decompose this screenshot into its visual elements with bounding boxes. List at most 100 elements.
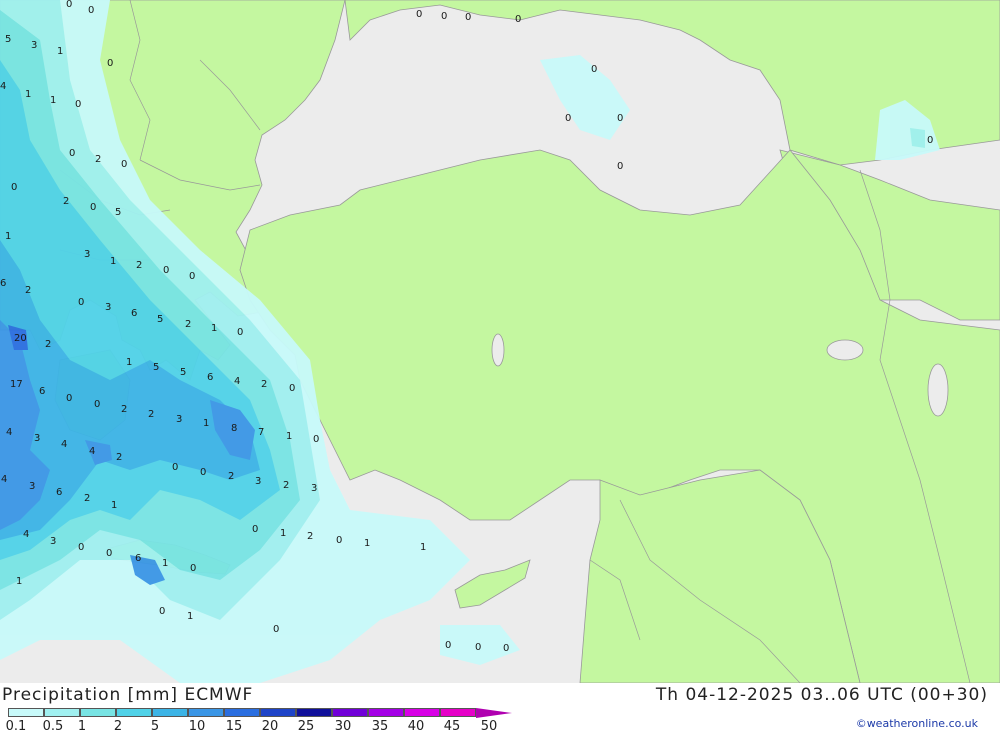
map-value: 3	[29, 481, 35, 492]
map-value: 0	[163, 265, 169, 276]
map-value: 3	[50, 536, 56, 547]
map-value: 4	[1, 474, 7, 485]
map-value: 1	[203, 418, 209, 429]
map-value: 6	[131, 308, 137, 319]
map-title: Precipitation [mm] ECMWF	[2, 685, 254, 705]
map-value: 1	[364, 538, 370, 549]
map-value: 0	[445, 640, 451, 651]
valid-time-label: Th 04-12-2025 03..06 UTC (00+30)	[655, 685, 988, 705]
legend-swatch	[44, 708, 80, 717]
legend-tick: 0.5	[42, 719, 64, 734]
map-value: 0	[121, 159, 127, 170]
map-value: 0	[94, 399, 100, 410]
map-value: 0	[503, 643, 509, 654]
map-value: 0	[78, 297, 84, 308]
map-value: 0	[617, 161, 623, 172]
map-value: 0	[416, 9, 422, 20]
legend-tick: 45	[443, 719, 461, 734]
map-value: 7	[258, 427, 264, 438]
map-value: 5	[153, 362, 159, 373]
map-value: 2	[95, 154, 101, 165]
map-value: 0	[273, 624, 279, 635]
map-footer: Precipitation [mm] ECMWF Th 04-12-2025 0…	[0, 683, 1000, 734]
map-value: 2	[283, 480, 289, 491]
map-value: 3	[31, 40, 37, 51]
map-value: 2	[185, 319, 191, 330]
map-value: 5	[5, 34, 11, 45]
legend-swatch	[224, 708, 260, 717]
map-value: 2	[228, 471, 234, 482]
map-value: 0	[927, 135, 933, 146]
map-value: 1	[16, 576, 22, 587]
map-value: 6	[0, 278, 6, 289]
map-value: 5	[157, 314, 163, 325]
map-value: 0	[252, 524, 258, 535]
map-value: 0	[591, 64, 597, 75]
map-value: 2	[25, 285, 31, 296]
map-value: 0	[11, 182, 17, 193]
map-value: 1	[57, 46, 63, 57]
legend-swatch	[404, 708, 440, 717]
lake-van	[826, 339, 864, 361]
legend-swatch	[116, 708, 152, 717]
legend-tick: 20	[261, 719, 279, 734]
map-value: 2	[261, 379, 267, 390]
lake-urmia	[927, 363, 949, 417]
map-value: 0	[200, 467, 206, 478]
map-value: 0	[565, 113, 571, 124]
map-value: 4	[23, 529, 29, 540]
legend-swatch	[260, 708, 296, 717]
map-value: 0	[172, 462, 178, 473]
map-value: 2	[63, 196, 69, 207]
map-value: 0	[78, 542, 84, 553]
legend-tick: 5	[150, 719, 160, 734]
legend-swatch	[188, 708, 224, 717]
map-value: 1	[211, 323, 217, 334]
lake-tuz	[491, 333, 505, 367]
map-value: 6	[56, 487, 62, 498]
map-value: 3	[84, 249, 90, 260]
map-value: 3	[105, 302, 111, 313]
map-value: 0	[475, 642, 481, 653]
map-value: 0	[90, 202, 96, 213]
map-value: 0	[66, 393, 72, 404]
map-value: 3	[34, 433, 40, 444]
legend-tick: 0.1	[5, 719, 27, 734]
map-value: 0	[336, 535, 342, 546]
map-value: 1	[110, 256, 116, 267]
legend-swatch	[152, 708, 188, 717]
legend-tick: 2	[113, 719, 123, 734]
precipitation-map[interactable]: 0 0 0 0 0 0 5 3 1 0 4 1 1 0 0 0 0 0 0 0 …	[0, 0, 1000, 683]
map-value: 2	[84, 493, 90, 504]
legend-swatch	[332, 708, 368, 717]
legend-tick: 40	[407, 719, 425, 734]
map-value: 1	[280, 528, 286, 539]
legend-swatch	[80, 708, 116, 717]
map-value: 3	[255, 476, 261, 487]
map-value: 3	[311, 483, 317, 494]
map-value: 1	[5, 231, 11, 242]
credit-link[interactable]: ©weatheronline.co.uk	[856, 717, 978, 730]
map-value: 6	[207, 372, 213, 383]
map-value: 0	[190, 563, 196, 574]
map-value: 20	[14, 333, 27, 344]
map-value: 1	[286, 431, 292, 442]
map-value: 2	[116, 452, 122, 463]
map-value: 0	[313, 434, 319, 445]
map-value: 4	[234, 376, 240, 387]
map-value: 1	[126, 357, 132, 368]
map-value: 1	[187, 611, 193, 622]
map-value: 0	[107, 58, 113, 69]
map-value: 2	[148, 409, 154, 420]
legend-tick: 50	[480, 719, 498, 734]
map-value: 1	[50, 95, 56, 106]
legend-swatch	[440, 708, 476, 717]
map-value: 4	[6, 427, 12, 438]
legend-tick: 30	[334, 719, 352, 734]
map-value: 2	[136, 260, 142, 271]
legend-tick: 10	[188, 719, 206, 734]
map-value: 1	[162, 558, 168, 569]
legend-arrow	[476, 708, 512, 718]
legend-tick: 35	[371, 719, 389, 734]
map-value: 0	[69, 148, 75, 159]
